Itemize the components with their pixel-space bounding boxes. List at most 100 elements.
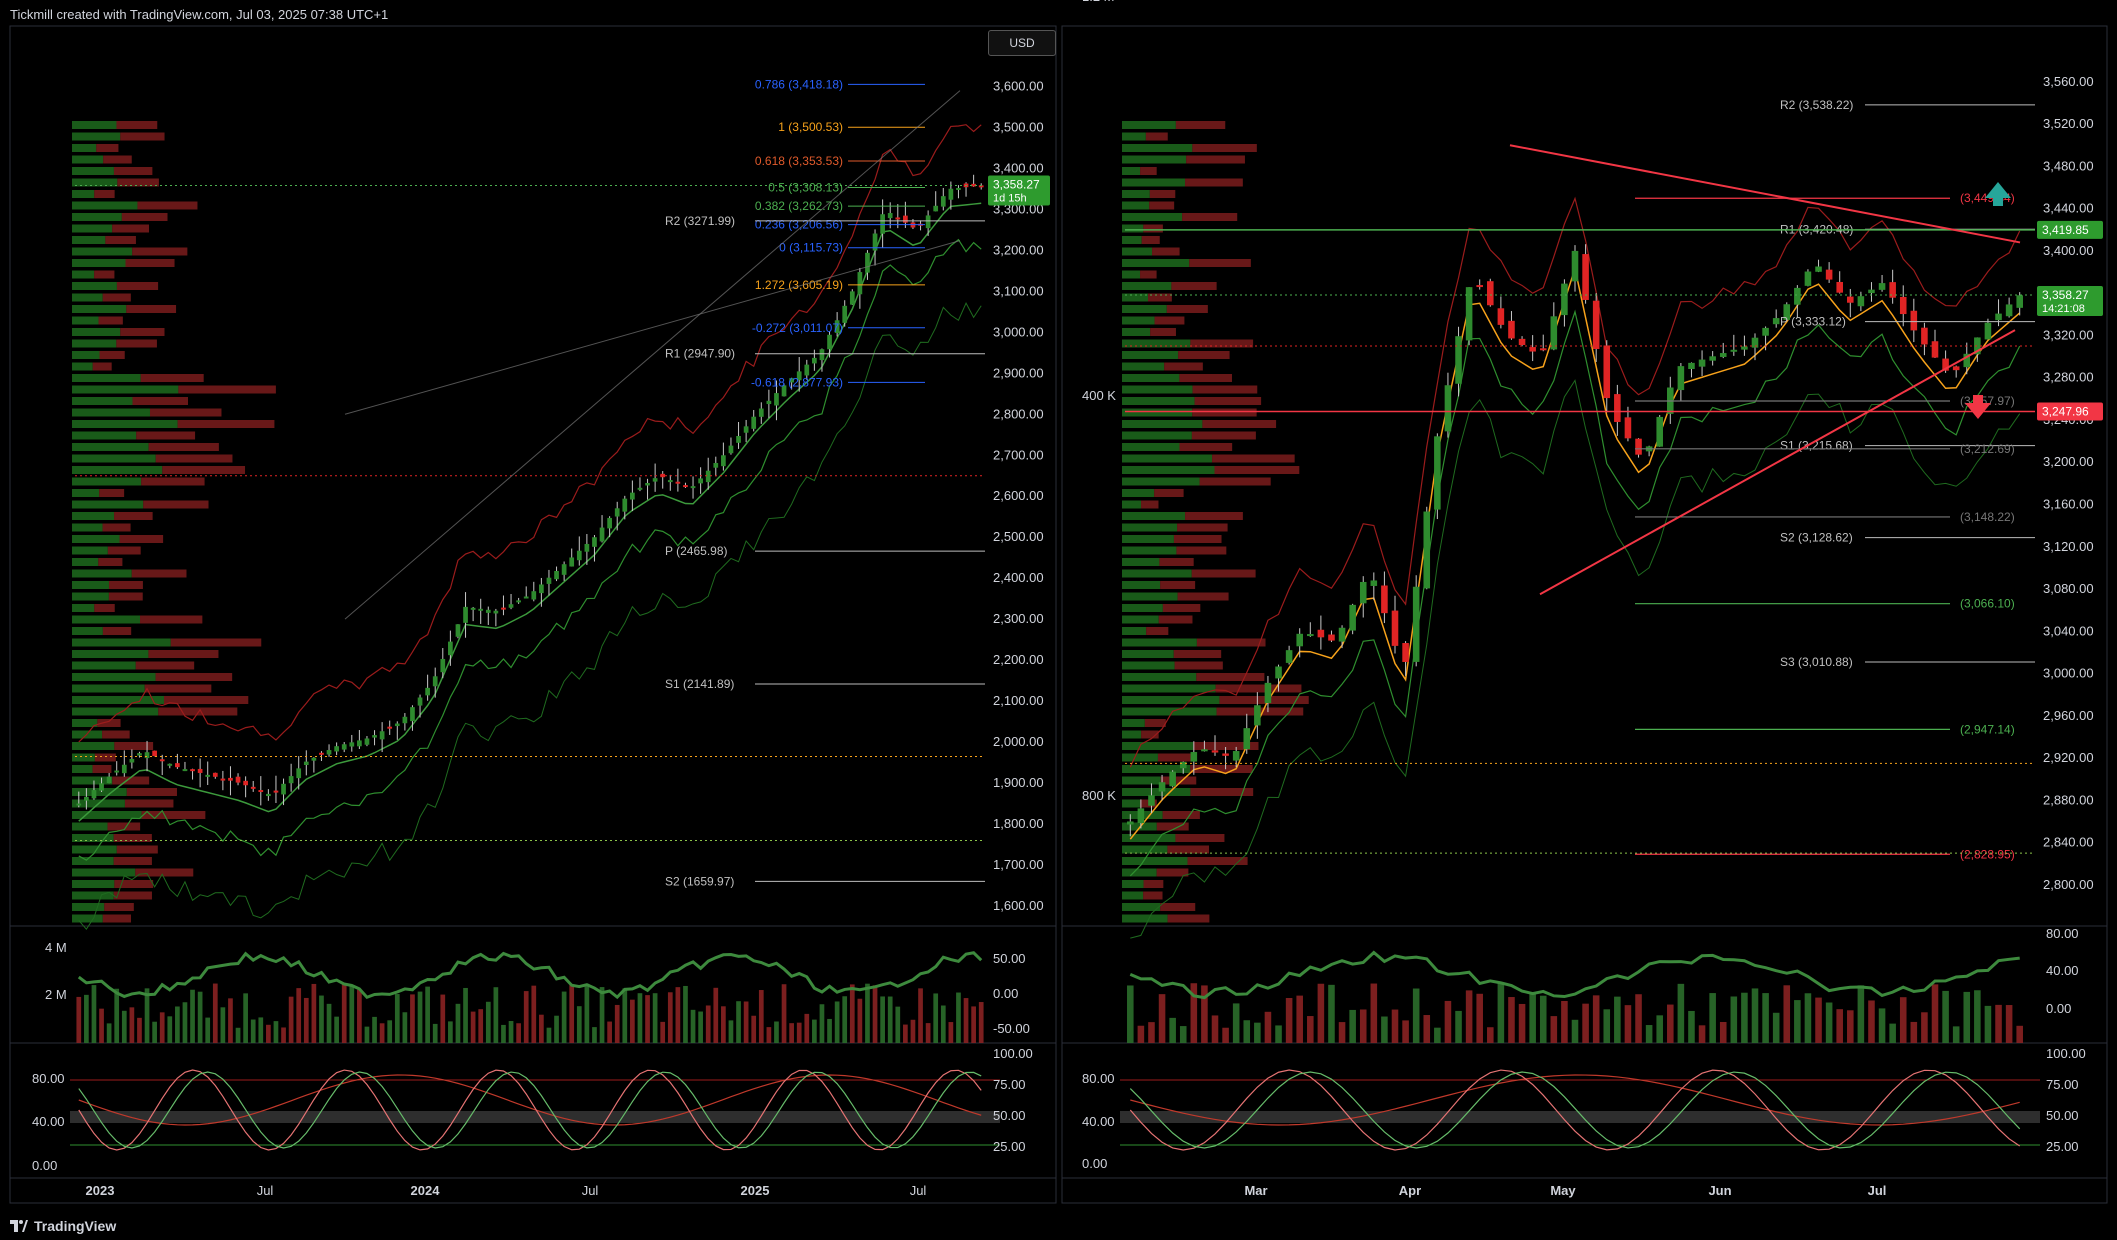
candle-body xyxy=(1179,761,1187,769)
last-price-value: 3,358.27 xyxy=(993,178,1040,192)
volume-bar xyxy=(1931,984,1939,1043)
volume-profile-bar xyxy=(1176,546,1227,555)
volume-bar xyxy=(1751,988,1759,1043)
candle-body xyxy=(1201,749,1208,752)
volume-bar xyxy=(1381,1016,1388,1043)
volume-profile-bar xyxy=(92,765,112,773)
price-axis-tick: 3,400.00 xyxy=(993,160,1044,175)
candle-body xyxy=(812,357,817,364)
candle-body xyxy=(372,735,377,738)
candle-body xyxy=(675,481,681,484)
fib-level-label: 1.272 (3,605.19) xyxy=(755,278,843,292)
volume-profile-bar xyxy=(1143,224,1163,233)
candle-body xyxy=(1698,359,1706,367)
candle-body xyxy=(743,426,749,433)
candle-body xyxy=(1434,436,1441,510)
volume-bar xyxy=(175,1006,180,1043)
volume-profile-bar xyxy=(1122,742,1194,750)
volume-profile-bar xyxy=(1122,259,1190,267)
volume-bar xyxy=(394,994,400,1043)
candle-body xyxy=(1264,682,1272,704)
candle-body xyxy=(857,272,863,295)
volume-profile-bar xyxy=(72,650,149,658)
volume-bar xyxy=(273,1021,279,1043)
volume-profile-bar xyxy=(1122,581,1161,589)
candle-body xyxy=(266,793,271,797)
candle-body xyxy=(1741,346,1748,350)
volume-profile-bar xyxy=(1122,569,1192,578)
volume-bar xyxy=(652,993,658,1043)
volume-profile-bar xyxy=(120,328,165,336)
candle-body xyxy=(1359,581,1367,604)
volume-profile-bar xyxy=(72,604,95,612)
volume-profile-bar xyxy=(92,362,112,371)
candle-body xyxy=(584,543,590,552)
candle-body xyxy=(751,416,757,429)
volume-bar xyxy=(341,983,347,1043)
candle-body xyxy=(76,803,82,806)
candle-body xyxy=(531,591,537,600)
volume-profile-bar xyxy=(1122,592,1178,601)
volume-bar xyxy=(1889,1023,1896,1043)
candle-body xyxy=(523,596,529,599)
volume-profile-bar xyxy=(1122,144,1193,152)
volume-profile-bar xyxy=(72,443,149,451)
price-axis-tick: 2,100.00 xyxy=(993,693,1044,708)
volume-profile-bar xyxy=(107,546,141,555)
volume-profile-bar xyxy=(132,397,188,405)
candle-body xyxy=(895,217,901,220)
volume-bar xyxy=(880,996,885,1043)
volume-profile-bar xyxy=(1177,523,1228,532)
candle-body xyxy=(1423,511,1431,589)
volume-profile-bar xyxy=(1152,247,1180,256)
volume-profile-bar xyxy=(177,420,275,428)
volume-profile-bar xyxy=(72,236,106,244)
volume-bar xyxy=(849,984,855,1043)
volume-profile-bar xyxy=(1122,673,1197,681)
volume-bar xyxy=(599,987,605,1043)
candle-body xyxy=(114,770,120,773)
candle-body xyxy=(652,478,658,482)
candle-body xyxy=(1804,271,1812,286)
pivot-label: S2 (1659.97) xyxy=(665,874,734,888)
candle-body xyxy=(205,774,211,777)
chart-canvas[interactable]: 1.272 (3,605.19) 1 (3,500.53) 0.786 (3,418… xyxy=(0,0,2117,1210)
stoch-right-tick: 100.00 xyxy=(2046,1046,2086,1061)
candle-body xyxy=(1571,250,1579,282)
volume-profile-bar xyxy=(116,282,159,290)
volume-profile-bar xyxy=(1122,558,1160,566)
candle-body xyxy=(91,790,97,799)
volume-bar xyxy=(630,999,635,1043)
volume-bar xyxy=(1561,1000,1568,1043)
volume-profile-bar xyxy=(1122,282,1172,290)
currency-button[interactable]: USD xyxy=(988,30,1056,56)
volume-profile-bar xyxy=(72,190,95,198)
candle-body xyxy=(448,641,453,656)
volume-bar xyxy=(1423,1015,1431,1043)
price-axis-tick: 3,040.00 xyxy=(2043,623,2094,638)
price-axis-tick: 3,500.00 xyxy=(993,119,1044,134)
volume-profile-bar xyxy=(1122,466,1215,474)
volume-bar xyxy=(212,983,218,1043)
volume-profile-bar xyxy=(72,661,136,670)
volume-profile-bar xyxy=(72,213,122,221)
candle-body xyxy=(705,470,711,483)
candle-body xyxy=(554,570,559,580)
volume-bar xyxy=(1825,1002,1833,1043)
price-axis-tick: 2,920.00 xyxy=(2043,750,2094,765)
level-label: (3,148.22) xyxy=(1960,510,2015,524)
volume-bar xyxy=(667,992,673,1043)
volume-bar xyxy=(751,1015,757,1043)
candle-body xyxy=(288,776,294,784)
price-axis-tick: 2,300.00 xyxy=(993,611,1044,626)
last-price-badge-value: 3,358.27 xyxy=(2042,288,2089,302)
support-badge-value: 3,247.96 xyxy=(2042,405,2089,419)
volume-bar xyxy=(1624,1005,1632,1043)
candle-body xyxy=(281,783,286,795)
volume-profile-bar xyxy=(1122,362,1165,371)
volume-bar xyxy=(1995,1004,2002,1043)
volume-bar xyxy=(956,992,961,1043)
candle-body xyxy=(1836,281,1843,293)
candle-body xyxy=(1868,289,1875,294)
volume-profile-bar xyxy=(1174,661,1223,670)
